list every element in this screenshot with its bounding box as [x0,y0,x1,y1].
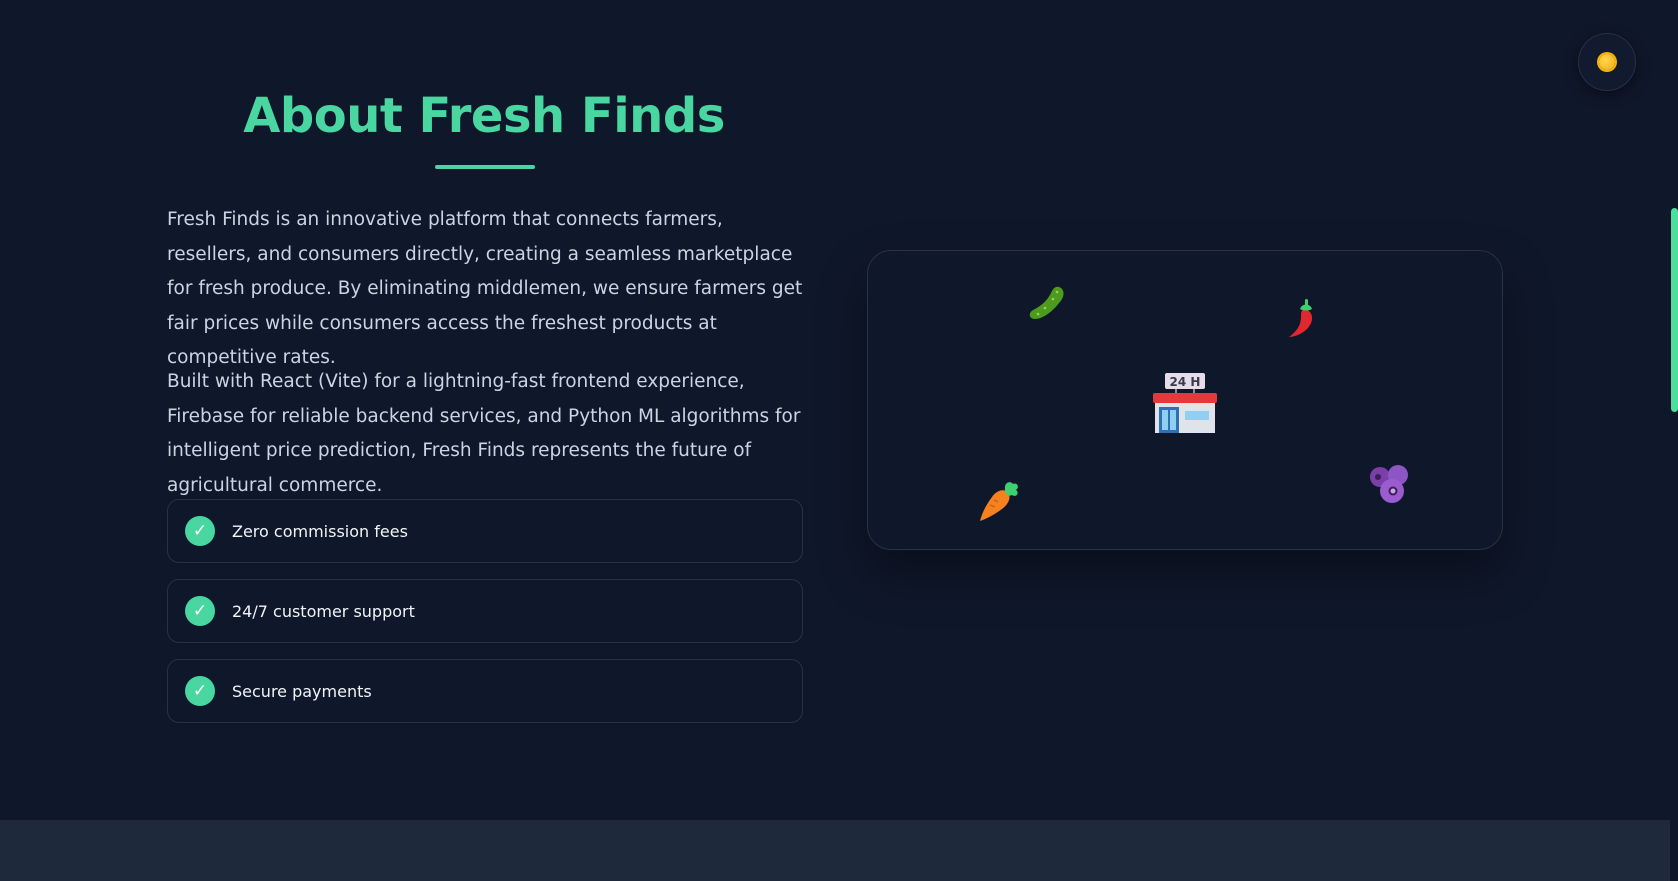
title-underline [435,165,535,169]
sun-icon [1595,50,1619,74]
produce-showcase-card: 24 H [867,250,1503,550]
feature-label: Secure payments [232,681,372,701]
blueberries-icon [1368,463,1412,507]
check-icon: ✓ [185,676,215,706]
chili-pepper-icon [1283,297,1323,341]
scrollbar-thumb[interactable] [1671,208,1678,412]
feature-item-customer-support: ✓ 24/7 customer support [167,579,803,643]
check-icon: ✓ [185,516,215,546]
footer-section [0,820,1670,881]
feature-label: 24/7 customer support [232,601,415,621]
cucumber-icon [1025,281,1069,325]
feature-label: Zero commission fees [232,521,408,541]
convenience-store-icon: 24 H [1151,371,1219,435]
about-page: About Fresh Finds Fresh Finds is an inno… [0,0,1678,881]
feature-item-secure-payments: ✓ Secure payments [167,659,803,723]
check-icon: ✓ [185,596,215,626]
feature-item-zero-commission: ✓ Zero commission fees [167,499,803,563]
carrot-icon [976,479,1020,523]
about-paragraph-1: Fresh Finds is an innovative platform th… [167,209,803,368]
about-paragraph-2: Built with React (Vite) for a lightning-… [167,371,801,496]
store-sign-text: 24 H [1170,375,1201,389]
section-title: About Fresh Finds [243,88,725,144]
theme-toggle-button[interactable] [1578,33,1636,91]
scrollbar-track[interactable] [1670,0,1678,881]
